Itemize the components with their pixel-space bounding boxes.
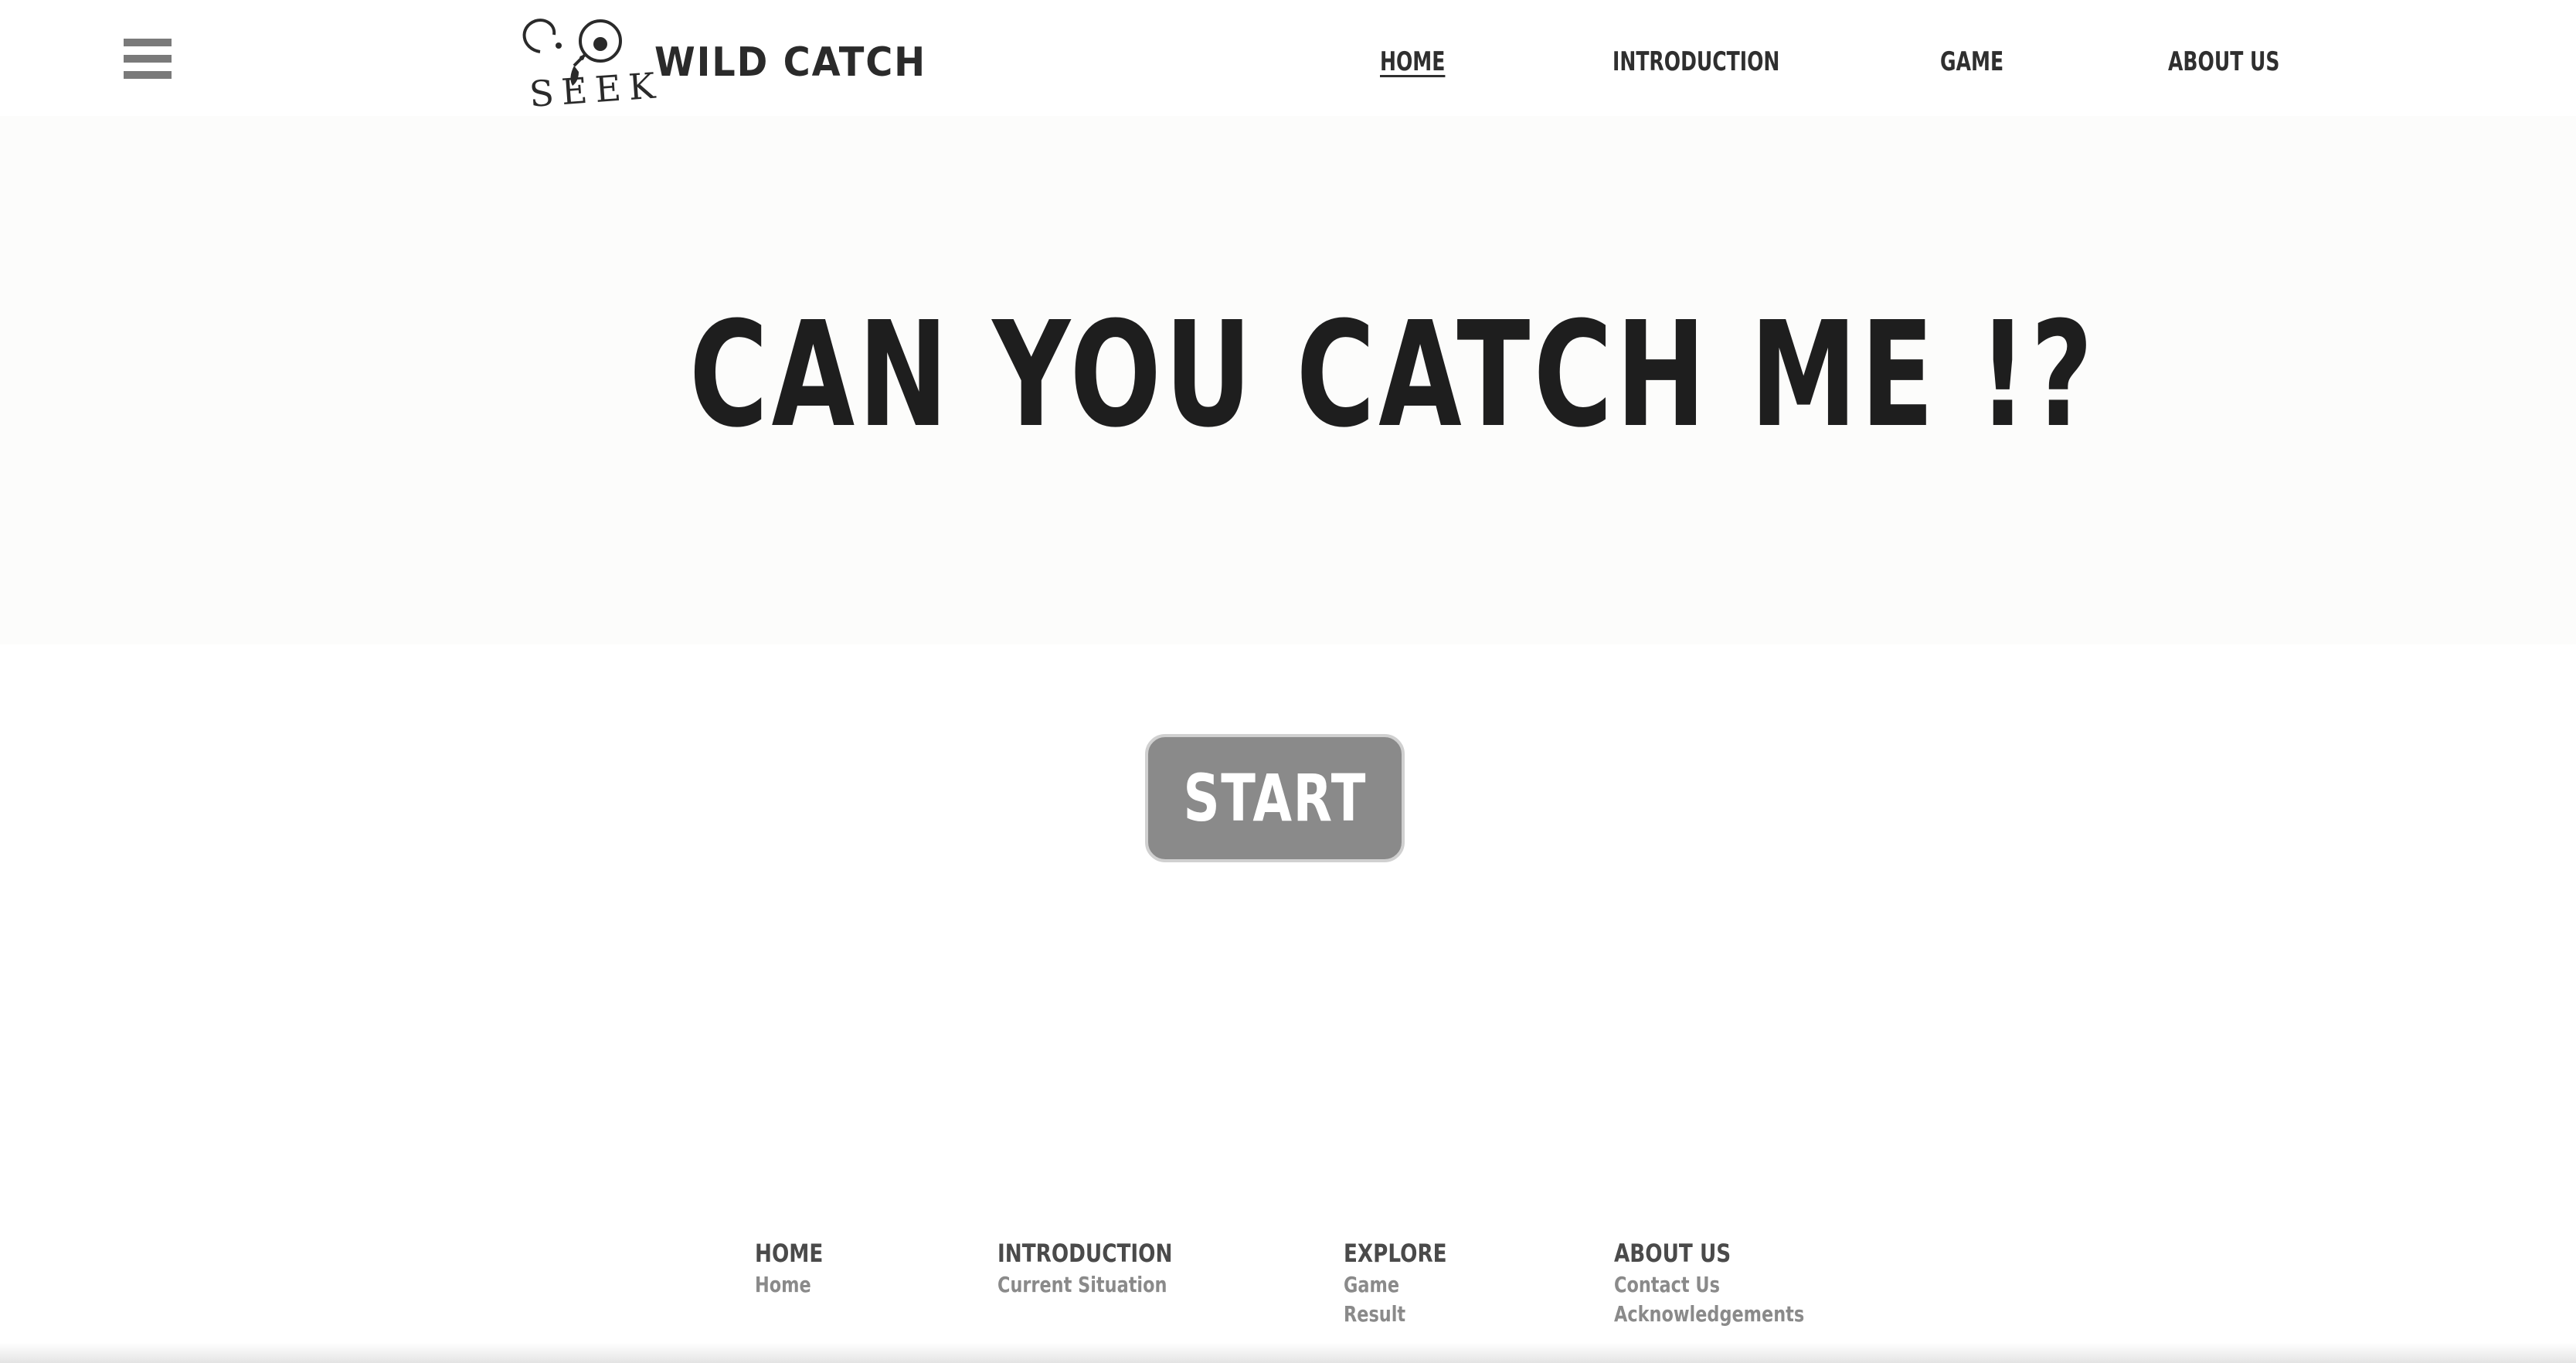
logo-brand-text: WILD CATCH [654, 39, 927, 86]
nav-introduction-link[interactable]: INTRODUCTION [1613, 46, 1779, 77]
footer-heading-about-us: ABOUT US [1614, 1239, 1731, 1268]
nav-about-us-link[interactable]: ABOUT US [2168, 46, 2279, 77]
start-button[interactable]: START [1145, 734, 1405, 862]
menu-line [124, 71, 172, 79]
footer-column-introduction: INTRODUCTION Current Situation [997, 1236, 1211, 1300]
footer-heading-introduction: INTRODUCTION [997, 1239, 1173, 1268]
footer-link-home[interactable]: Home [755, 1270, 821, 1300]
menu-line [124, 55, 172, 63]
footer-link-result[interactable]: Result [1344, 1300, 1444, 1329]
footer-link-acknowledgements[interactable]: Acknowledgements [1614, 1300, 1804, 1329]
site-logo[interactable]: SEEK WILD CATCH [514, 12, 925, 115]
bottom-edge-shadow [0, 1343, 2576, 1363]
hamburger-menu-icon[interactable] [124, 39, 172, 79]
footer-heading-home: HOME [755, 1239, 824, 1268]
nav-game-link[interactable]: GAME [1940, 46, 2003, 77]
footer-column-explore: EXPLORE Game Result [1344, 1236, 1470, 1329]
start-button-label: START [1183, 760, 1367, 836]
footer-link-contact-us[interactable]: Contact Us [1614, 1270, 1804, 1300]
hero-title: CAN YOU CATCH ME !? [689, 291, 2097, 460]
menu-line [124, 39, 172, 46]
nav-home-link[interactable]: HOME [1380, 46, 1445, 77]
top-navigation-bar: SEEK WILD CATCH HOME INTRODUCTION GAME A… [0, 0, 2576, 116]
footer-column-home: HOME Home [755, 1236, 838, 1300]
footer-heading-explore: EXPLORE [1344, 1239, 1447, 1268]
footer-link-game[interactable]: Game [1344, 1270, 1444, 1300]
footer-link-current-situation[interactable]: Current Situation [997, 1270, 1168, 1300]
footer-column-about-us: ABOUT US Contact Us Acknowledgements [1614, 1236, 1852, 1329]
